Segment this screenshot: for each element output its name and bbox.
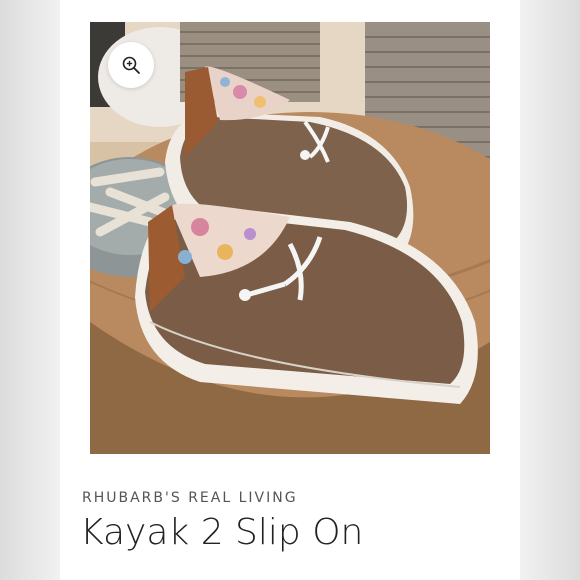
product-card: RHUBARB'S REAL LIVING Kayak 2 Slip On (60, 0, 520, 580)
product-image[interactable] (90, 22, 490, 454)
product-title: Kayak 2 Slip On (80, 512, 364, 553)
right-backdrop (520, 0, 580, 580)
zoom-in-icon (122, 56, 140, 74)
left-backdrop (0, 0, 60, 580)
zoom-button[interactable] (108, 42, 154, 88)
brand-name: RHUBARB'S REAL LIVING (82, 490, 298, 506)
